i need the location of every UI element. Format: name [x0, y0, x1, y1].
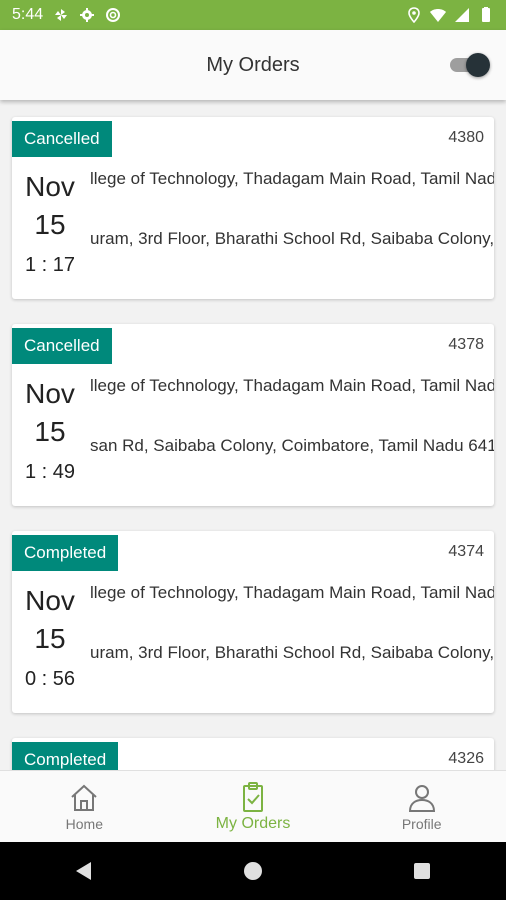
nav-home-label: Home — [65, 816, 104, 832]
drop-address: uram, 3rd Floor, Bharathi School Rd, Sai… — [90, 229, 494, 248]
nav-profile[interactable]: Profile — [337, 771, 506, 843]
order-month: Nov — [25, 378, 75, 409]
home-circle-icon[interactable] — [242, 860, 264, 882]
order-card[interactable]: Completed 4326 — [12, 738, 494, 770]
order-card[interactable]: Cancelled 4380 Nov 15 1 : 17 llege of Te… — [12, 117, 494, 299]
order-card[interactable]: Completed 4374 Nov 15 0 : 56 llege of Te… — [12, 531, 494, 713]
order-id: 4374 — [448, 543, 484, 560]
battery-icon — [482, 7, 490, 22]
order-time: 0 : 56 — [24, 668, 76, 690]
recents-icon[interactable] — [411, 860, 433, 882]
toggle-thumb — [466, 53, 490, 77]
person-icon — [408, 785, 435, 812]
clipboard-check-icon — [243, 782, 263, 812]
drop-address: uram, 3rd Floor, Bharathi School Rd, Sai… — [90, 643, 494, 662]
gear-icon — [80, 8, 95, 22]
wifi-icon — [430, 9, 446, 22]
system-navigation-bar — [0, 842, 506, 900]
nav-profile-label: Profile — [401, 816, 442, 832]
order-day: 15 — [34, 416, 66, 447]
pickup-address: llege of Technology, Thadagam Main Road,… — [90, 376, 494, 395]
order-time: 1 : 49 — [24, 461, 76, 483]
back-icon[interactable] — [73, 860, 95, 882]
status-badge: Completed — [12, 535, 119, 571]
nav-my-orders[interactable]: My Orders — [169, 771, 338, 843]
order-day: 15 — [34, 209, 66, 240]
signal-icon — [455, 8, 469, 22]
status-time: 5:44 — [12, 6, 44, 23]
nav-home[interactable]: Home — [0, 771, 169, 843]
order-date: Nov 15 1 : 49 — [12, 376, 88, 492]
app-bar: My Orders — [0, 30, 506, 100]
order-card[interactable]: Cancelled 4378 Nov 15 1 : 49 llege of Te… — [12, 324, 494, 506]
drop-address: san Rd, Saibaba Colony, Coimbatore, Tami… — [90, 436, 494, 455]
order-day: 15 — [34, 623, 66, 654]
at-sign-icon — [106, 8, 121, 22]
status-badge: Cancelled — [12, 121, 112, 157]
nav-my-orders-label: My Orders — [215, 815, 291, 832]
order-id: 4378 — [448, 336, 484, 353]
availability-toggle[interactable] — [448, 51, 490, 79]
status-badge: Completed — [12, 742, 119, 770]
pickup-address: llege of Technology, Thadagam Main Road,… — [90, 583, 494, 602]
order-month: Nov — [25, 171, 75, 202]
status-bar: 5:44 — [0, 0, 506, 30]
bottom-navigation: Home My Orders Profile — [0, 770, 506, 843]
orders-list[interactable]: Cancelled 4380 Nov 15 1 : 17 llege of Te… — [0, 100, 506, 770]
pickup-address: llege of Technology, Thadagam Main Road,… — [90, 169, 494, 188]
pinwheel-icon — [55, 9, 68, 21]
status-badge: Cancelled — [12, 328, 112, 364]
home-icon — [71, 784, 98, 811]
location-icon — [408, 7, 420, 23]
order-month: Nov — [25, 585, 75, 616]
order-date: Nov 15 1 : 17 — [12, 169, 88, 285]
order-id: 4380 — [448, 129, 484, 146]
page-title: My Orders — [206, 54, 300, 76]
order-id: 4326 — [448, 750, 484, 767]
order-time: 1 : 17 — [24, 254, 76, 276]
order-date: Nov 15 0 : 56 — [12, 583, 88, 699]
